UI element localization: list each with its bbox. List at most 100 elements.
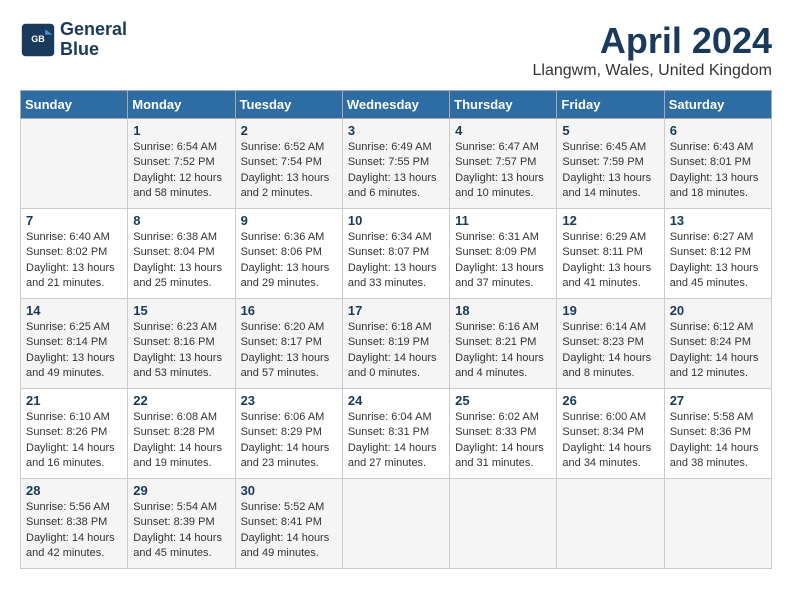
calendar-week-5: 28 Sunrise: 5:56 AMSunset: 8:38 PMDayligh… bbox=[21, 479, 772, 569]
day-info: Sunrise: 6:06 AMSunset: 8:29 PMDaylight:… bbox=[241, 410, 337, 472]
calendar-cell: 1Sunrise: 6:54 AMSunset: 7:52 PMDaylight… bbox=[128, 119, 235, 209]
calendar-cell: 14 Sunrise: 6:25 AMSunset: 8:14 PMDayligh… bbox=[21, 299, 128, 389]
day-number: 16 bbox=[241, 303, 337, 318]
day-number: 17 bbox=[348, 303, 444, 318]
day-info: Sunrise: 6:31 AMSunset: 8:09 PMDaylight:… bbox=[455, 230, 551, 292]
day-number: 15 bbox=[133, 303, 229, 318]
day-info: Sunrise: 6:29 AMSunset: 8:11 PMDaylight:… bbox=[562, 230, 658, 292]
day-header-monday: Monday bbox=[128, 91, 235, 119]
calendar-cell: 27 Sunrise: 5:58 AMSunset: 8:36 PMDayligh… bbox=[664, 389, 771, 479]
day-info: Sunrise: 6:23 AMSunset: 8:16 PMDaylight:… bbox=[133, 320, 229, 382]
day-header-tuesday: Tuesday bbox=[235, 91, 342, 119]
day-number: 28 bbox=[26, 483, 122, 498]
day-header-thursday: Thursday bbox=[450, 91, 557, 119]
calendar-cell: 19Sunrise: 6:14 AMSunset: 8:23 PMDayligh… bbox=[557, 299, 664, 389]
calendar-cell: 16 Sunrise: 6:20 AMSunset: 8:17 PMDayligh… bbox=[235, 299, 342, 389]
day-number: 12 bbox=[562, 213, 658, 228]
calendar-cell bbox=[21, 119, 128, 209]
day-info: Sunrise: 6:12 AMSunset: 8:24 PMDaylight:… bbox=[670, 320, 766, 382]
calendar-cell: 11 Sunrise: 6:31 AMSunset: 8:09 PMDayligh… bbox=[450, 209, 557, 299]
day-number: 2 bbox=[241, 123, 337, 138]
calendar-cell: 20Sunrise: 6:12 AMSunset: 8:24 PMDayligh… bbox=[664, 299, 771, 389]
calendar-cell: 26 Sunrise: 6:00 AMSunset: 8:34 PMDayligh… bbox=[557, 389, 664, 479]
svg-text:GB: GB bbox=[31, 34, 45, 44]
day-info: Sunrise: 6:36 AMSunset: 8:06 PMDaylight:… bbox=[241, 230, 337, 292]
calendar-cell: 30 Sunrise: 5:52 AMSunset: 8:41 PMDayligh… bbox=[235, 479, 342, 569]
day-info: Sunrise: 5:58 AMSunset: 8:36 PMDaylight:… bbox=[670, 410, 766, 472]
day-number: 5 bbox=[562, 123, 658, 138]
day-number: 3 bbox=[348, 123, 444, 138]
calendar-week-2: 7Sunrise: 6:40 AMSunset: 8:02 PMDaylight… bbox=[21, 209, 772, 299]
day-info: Sunrise: 6:27 AMSunset: 8:12 PMDaylight:… bbox=[670, 230, 766, 292]
calendar-cell: 12 Sunrise: 6:29 AMSunset: 8:11 PMDayligh… bbox=[557, 209, 664, 299]
calendar-week-3: 14 Sunrise: 6:25 AMSunset: 8:14 PMDayligh… bbox=[21, 299, 772, 389]
day-header-sunday: Sunday bbox=[21, 91, 128, 119]
day-info: Sunrise: 6:25 AMSunset: 8:14 PMDaylight:… bbox=[26, 320, 122, 382]
calendar-cell: 6 Sunrise: 6:43 AMSunset: 8:01 PMDaylight… bbox=[664, 119, 771, 209]
day-info: Sunrise: 6:00 AMSunset: 8:34 PMDaylight:… bbox=[562, 410, 658, 472]
day-info: Sunrise: 6:38 AMSunset: 8:04 PMDaylight:… bbox=[133, 230, 229, 292]
day-number: 4 bbox=[455, 123, 551, 138]
day-number: 26 bbox=[562, 393, 658, 408]
calendar-cell: 7Sunrise: 6:40 AMSunset: 8:02 PMDaylight… bbox=[21, 209, 128, 299]
day-number: 18 bbox=[455, 303, 551, 318]
day-info: Sunrise: 5:56 AMSunset: 8:38 PMDaylight:… bbox=[26, 500, 122, 562]
calendar-cell: 4 Sunrise: 6:47 AMSunset: 7:57 PMDaylight… bbox=[450, 119, 557, 209]
day-header-friday: Friday bbox=[557, 91, 664, 119]
day-number: 7 bbox=[26, 213, 122, 228]
day-header-saturday: Saturday bbox=[664, 91, 771, 119]
day-info: Sunrise: 6:54 AMSunset: 7:52 PMDaylight:… bbox=[133, 140, 229, 202]
day-number: 11 bbox=[455, 213, 551, 228]
calendar-cell: 28 Sunrise: 5:56 AMSunset: 8:38 PMDayligh… bbox=[21, 479, 128, 569]
day-number: 22 bbox=[133, 393, 229, 408]
day-info: Sunrise: 6:49 AMSunset: 7:55 PMDaylight:… bbox=[348, 140, 444, 202]
calendar-table: SundayMondayTuesdayWednesdayThursdayFrid… bbox=[20, 90, 772, 569]
logo-text: General Blue bbox=[60, 20, 127, 60]
calendar-week-1: 1Sunrise: 6:54 AMSunset: 7:52 PMDaylight… bbox=[21, 119, 772, 209]
day-info: Sunrise: 5:52 AMSunset: 8:41 PMDaylight:… bbox=[241, 500, 337, 562]
day-header-wednesday: Wednesday bbox=[342, 91, 449, 119]
day-number: 14 bbox=[26, 303, 122, 318]
day-info: Sunrise: 6:04 AMSunset: 8:31 PMDaylight:… bbox=[348, 410, 444, 472]
calendar-cell: 24 Sunrise: 6:04 AMSunset: 8:31 PMDayligh… bbox=[342, 389, 449, 479]
calendar-cell bbox=[450, 479, 557, 569]
day-info: Sunrise: 6:43 AMSunset: 8:01 PMDaylight:… bbox=[670, 140, 766, 202]
calendar-cell: 5 Sunrise: 6:45 AMSunset: 7:59 PMDaylight… bbox=[557, 119, 664, 209]
subtitle: Llangwm, Wales, United Kingdom bbox=[532, 62, 772, 80]
title-area: April 2024 Llangwm, Wales, United Kingdo… bbox=[532, 20, 772, 80]
day-info: Sunrise: 6:45 AMSunset: 7:59 PMDaylight:… bbox=[562, 140, 658, 202]
day-info: Sunrise: 6:52 AMSunset: 7:54 PMDaylight:… bbox=[241, 140, 337, 202]
calendar-cell bbox=[342, 479, 449, 569]
day-number: 10 bbox=[348, 213, 444, 228]
calendar-cell: 17Sunrise: 6:18 AMSunset: 8:19 PMDayligh… bbox=[342, 299, 449, 389]
calendar-cell: 29 Sunrise: 5:54 AMSunset: 8:39 PMDayligh… bbox=[128, 479, 235, 569]
logo-icon: GB bbox=[20, 22, 56, 58]
day-number: 24 bbox=[348, 393, 444, 408]
day-number: 29 bbox=[133, 483, 229, 498]
day-info: Sunrise: 6:10 AMSunset: 8:26 PMDaylight:… bbox=[26, 410, 122, 472]
header-row: SundayMondayTuesdayWednesdayThursdayFrid… bbox=[21, 91, 772, 119]
day-info: Sunrise: 6:47 AMSunset: 7:57 PMDaylight:… bbox=[455, 140, 551, 202]
calendar-cell: 9 Sunrise: 6:36 AMSunset: 8:06 PMDaylight… bbox=[235, 209, 342, 299]
calendar-cell bbox=[664, 479, 771, 569]
day-info: Sunrise: 6:20 AMSunset: 8:17 PMDaylight:… bbox=[241, 320, 337, 382]
calendar-cell: 21Sunrise: 6:10 AMSunset: 8:26 PMDayligh… bbox=[21, 389, 128, 479]
day-number: 25 bbox=[455, 393, 551, 408]
day-info: Sunrise: 6:14 AMSunset: 8:23 PMDaylight:… bbox=[562, 320, 658, 382]
day-number: 9 bbox=[241, 213, 337, 228]
day-number: 30 bbox=[241, 483, 337, 498]
day-info: Sunrise: 6:16 AMSunset: 8:21 PMDaylight:… bbox=[455, 320, 551, 382]
calendar-cell: 22Sunrise: 6:08 AMSunset: 8:28 PMDayligh… bbox=[128, 389, 235, 479]
day-number: 8 bbox=[133, 213, 229, 228]
day-number: 13 bbox=[670, 213, 766, 228]
calendar-cell: 18 Sunrise: 6:16 AMSunset: 8:21 PMDayligh… bbox=[450, 299, 557, 389]
day-number: 23 bbox=[241, 393, 337, 408]
day-info: Sunrise: 5:54 AMSunset: 8:39 PMDaylight:… bbox=[133, 500, 229, 562]
calendar-cell: 3 Sunrise: 6:49 AMSunset: 7:55 PMDaylight… bbox=[342, 119, 449, 209]
calendar-cell bbox=[557, 479, 664, 569]
day-number: 27 bbox=[670, 393, 766, 408]
day-number: 6 bbox=[670, 123, 766, 138]
calendar-cell: 2 Sunrise: 6:52 AMSunset: 7:54 PMDaylight… bbox=[235, 119, 342, 209]
calendar-cell: 10Sunrise: 6:34 AMSunset: 8:07 PMDayligh… bbox=[342, 209, 449, 299]
calendar-cell: 25Sunrise: 6:02 AMSunset: 8:33 PMDayligh… bbox=[450, 389, 557, 479]
